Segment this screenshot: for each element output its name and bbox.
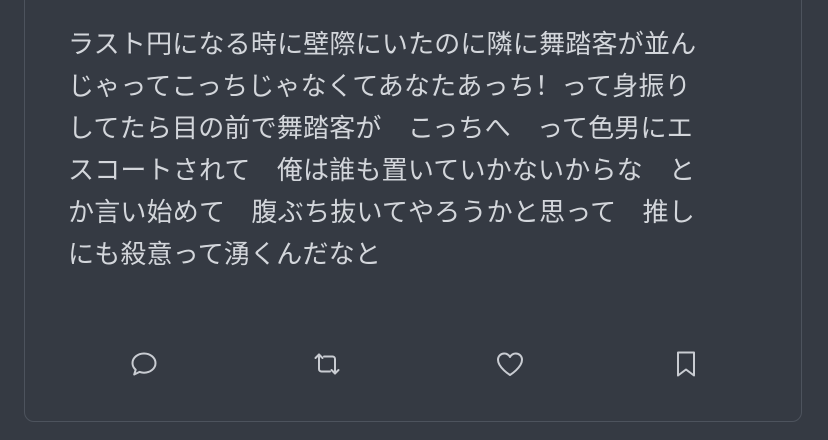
post-line: してたら目の前で舞踏客が こっちへ って色男にエ <box>68 114 693 144</box>
post-line: スコートされて 俺は誰も置いていかないからな と <box>68 156 696 186</box>
repost-arrows-icon <box>314 353 340 375</box>
bookmark-icon <box>677 351 695 377</box>
post-line: じゃってこっちじゃなくてあなたあっち！って身振り <box>68 72 691 102</box>
bookmark-button[interactable] <box>662 340 710 388</box>
post-line: ラスト円になる時に壁際にいたのに隣に舞踏客が並ん <box>68 30 697 60</box>
heart-icon <box>497 352 523 376</box>
post-body: ラスト円になる時に壁際にいたのに隣に舞踏客が並ん じゃってこっちじゃなくてあなた… <box>68 24 768 276</box>
like-button[interactable] <box>486 340 534 388</box>
post-line: か言い始めて 腹ぶち抜いてやろうかと思って 推し <box>68 198 695 228</box>
reply-button[interactable] <box>120 340 168 388</box>
post-line: にも殺意って湧くんだなと <box>68 240 382 270</box>
repost-button[interactable] <box>303 340 351 388</box>
post-action-bar <box>0 340 828 388</box>
reply-speech-bubble-icon <box>131 352 157 376</box>
